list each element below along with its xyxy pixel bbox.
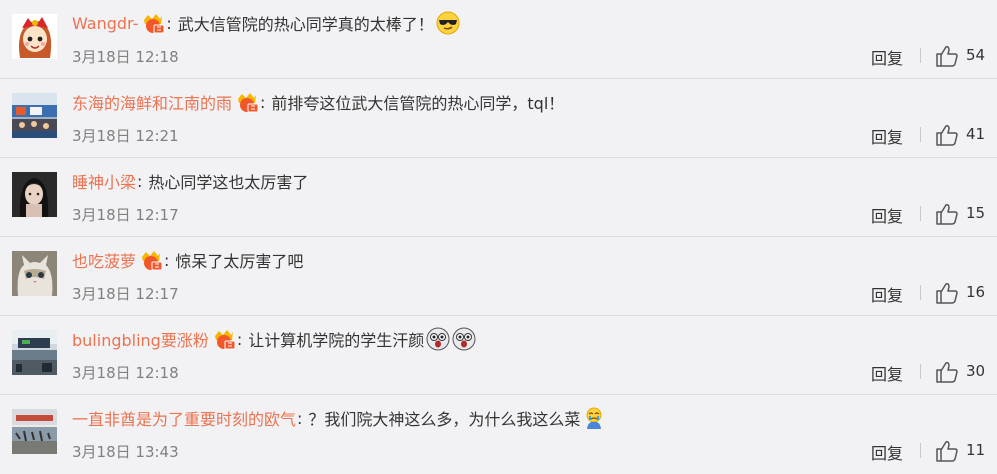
reply-button[interactable]: 回复 xyxy=(871,124,903,148)
username-link[interactable]: Wangdr- xyxy=(72,14,138,33)
like-thumb-icon[interactable] xyxy=(935,45,959,67)
comment-item: Wangdr- : 武大信管院的热心同学真的太棒了！ 3月18日 12:18 回… xyxy=(0,0,997,79)
reply-button[interactable]: 回复 xyxy=(871,440,903,464)
reply-button[interactable]: 回复 xyxy=(871,203,903,227)
reply-button[interactable]: 回复 xyxy=(871,282,903,306)
action-divider xyxy=(920,48,921,63)
comment-time: 3月18日 12:18 xyxy=(72,364,179,382)
avatar[interactable] xyxy=(12,251,57,296)
like-count: 11 xyxy=(966,441,986,459)
like-thumb-icon[interactable] xyxy=(935,124,959,146)
comment-time: 3月18日 13:43 xyxy=(72,443,179,461)
comment-time: 3月18日 12:17 xyxy=(72,206,179,224)
comment-text: 武大信管院的热心同学真的太棒了！ xyxy=(177,15,434,34)
like-count: 16 xyxy=(966,283,986,301)
comment-time: 3月18日 12:17 xyxy=(72,285,179,303)
vip-badge-icon[interactable] xyxy=(139,249,163,271)
colon-separator: : xyxy=(236,329,243,349)
comment-item: 也吃菠萝 : 惊呆了太厉害了吧 3月18日 12:17 回复 16 xyxy=(0,237,997,316)
colon-separator: : xyxy=(137,171,143,191)
comment-item: 一直非酋是为了重要时刻的欧气 : ？我们院大神这么多，为什么我这么菜 3月18日… xyxy=(0,395,997,474)
colon-separator: : xyxy=(164,250,170,270)
sunglasses-emoji-icon xyxy=(436,11,460,35)
comment-text: ？我们院大神这么多，为什么我这么菜 xyxy=(308,410,581,429)
shocked-emoji-icon xyxy=(452,327,476,351)
comment-item: bulingbling要涨粉 : 让计算机学院的学生汗颜 3月18日 12:18… xyxy=(0,316,997,395)
shocked-emoji-icon xyxy=(426,327,450,351)
avatar[interactable] xyxy=(12,14,57,59)
like-count: 54 xyxy=(966,46,986,64)
action-divider xyxy=(920,285,921,300)
vip-badge-icon[interactable] xyxy=(141,12,165,34)
action-divider xyxy=(920,127,921,142)
comment-text: 惊呆了太厉害了吧 xyxy=(175,252,304,271)
avatar[interactable] xyxy=(12,172,57,217)
username-link[interactable]: 睡神小梁 xyxy=(72,169,136,193)
like-count: 41 xyxy=(966,125,986,143)
avatar[interactable] xyxy=(12,330,57,375)
username-link[interactable]: 也吃菠萝 xyxy=(72,248,136,272)
username-link[interactable]: 一直非酋是为了重要时刻的欧气 xyxy=(72,406,296,430)
reply-button[interactable]: 回复 xyxy=(871,45,903,69)
avatar[interactable] xyxy=(12,93,57,138)
username-link[interactable]: bulingbling要涨粉 xyxy=(72,327,209,351)
colon-separator: : xyxy=(297,408,303,428)
comment-item: 东海的海鲜和江南的雨 : 前排夸这位武大信管院的热心同学，tql！ 3月18日 … xyxy=(0,79,997,158)
like-count: 30 xyxy=(966,362,986,380)
colon-separator: : xyxy=(166,13,172,33)
comment-text: 前排夸这位武大信管院的热心同学，tql！ xyxy=(271,94,565,113)
comment-time: 3月18日 12:18 xyxy=(72,48,179,66)
like-thumb-icon[interactable] xyxy=(935,361,959,383)
colon-separator: : xyxy=(260,92,266,112)
crying-emoji-icon xyxy=(582,406,606,430)
like-thumb-icon[interactable] xyxy=(935,203,959,225)
comment-list: Wangdr- : 武大信管院的热心同学真的太棒了！ 3月18日 12:18 回… xyxy=(0,0,997,474)
comment-item: 睡神小梁 : 热心同学这也太厉害了 3月18日 12:17 回复 15 xyxy=(0,158,997,237)
comment-text: 热心同学这也太厉害了 xyxy=(148,173,309,192)
reply-button[interactable]: 回复 xyxy=(871,361,903,385)
vip-badge-icon[interactable] xyxy=(212,328,236,350)
vip-badge-icon[interactable] xyxy=(235,91,259,113)
comment-time: 3月18日 12:21 xyxy=(72,127,179,145)
like-thumb-icon[interactable] xyxy=(935,282,959,304)
username-link[interactable]: 东海的海鲜和江南的雨 xyxy=(72,90,232,114)
comment-text: 让计算机学院的学生汗颜 xyxy=(248,331,425,350)
like-thumb-icon[interactable] xyxy=(935,440,959,462)
action-divider xyxy=(920,364,921,379)
like-count: 15 xyxy=(966,204,986,222)
avatar[interactable] xyxy=(12,409,57,454)
action-divider xyxy=(920,206,921,221)
action-divider xyxy=(920,443,921,458)
